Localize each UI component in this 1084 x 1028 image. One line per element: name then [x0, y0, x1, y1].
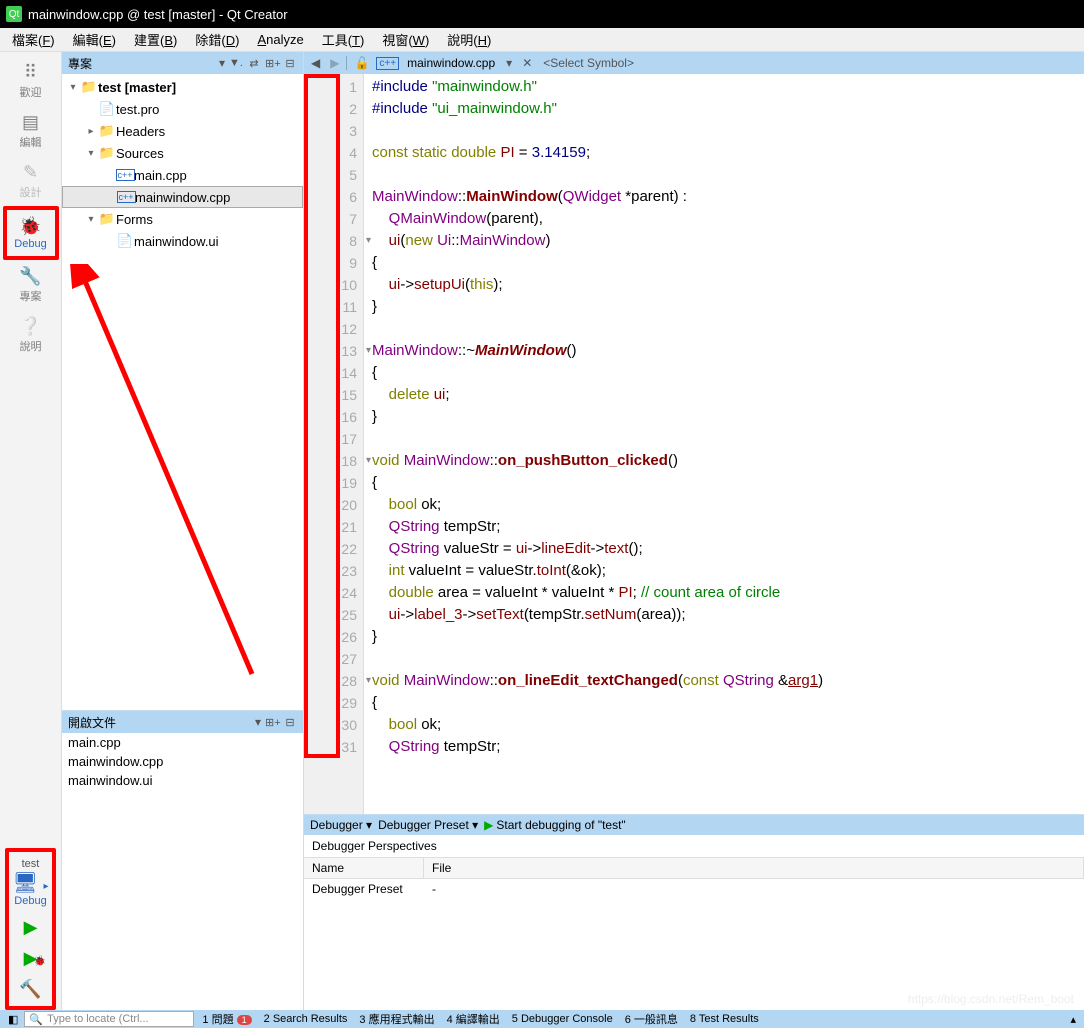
debugger-preset-dropdown[interactable]: Debugger Preset ▾	[378, 818, 478, 832]
locator-input[interactable]: 🔍Type to locate (Ctrl...	[24, 1011, 194, 1027]
tree-row[interactable]: ▸📁Headers	[62, 120, 303, 142]
output-tab[interactable]: 5 Debugger Console	[506, 1013, 619, 1025]
start-debug-button[interactable]: ▶Start debugging of "test"	[484, 818, 626, 832]
search-icon: 🔍	[29, 1013, 43, 1026]
menu-analyze[interactable]: Analyze	[249, 30, 311, 49]
debugger-dropdown[interactable]: Debugger ▾	[310, 818, 372, 832]
mode-bar: ⠿歡迎 ▤編輯 ✎設計 🐞Debug 🔧專案 ❔說明 test 🖥 ▸ Debu…	[0, 52, 62, 1010]
openfile-row[interactable]: main.cpp	[62, 733, 303, 752]
tree-row[interactable]: c++mainwindow.cpp	[62, 186, 303, 208]
add-split-icon[interactable]: ⊞+	[265, 716, 279, 729]
build-button[interactable]: 🔨	[19, 979, 41, 1000]
mode-help[interactable]: ❔說明	[3, 310, 59, 360]
code-editor[interactable]: 12345678▾910111213▾1415161718▾1920212223…	[304, 74, 1084, 814]
monitor-icon: 🖥 ▸	[13, 870, 49, 895]
menu-window[interactable]: 視窗(W)	[374, 28, 437, 51]
col-file[interactable]: File	[424, 858, 1084, 878]
dropdown-icon[interactable]: ▾	[219, 56, 225, 70]
titlebar: Qt mainwindow.cpp @ test [master] - Qt C…	[0, 0, 1084, 28]
mode-edit[interactable]: ▤編輯	[3, 106, 59, 156]
target-selector[interactable]: test 🖥 ▸ Debug	[13, 858, 49, 907]
debugger-panel: Debugger ▾ Debugger Preset ▾ ▶Start debu…	[304, 814, 1084, 1010]
line-gutter[interactable]: 12345678▾910111213▾1415161718▾1920212223…	[304, 74, 364, 814]
project-tree[interactable]: ▾📁test [master]📄test.pro▸📁Headers▾📁Sourc…	[62, 74, 303, 710]
menu-help[interactable]: 說明(H)	[439, 28, 499, 51]
output-tab[interactable]: 1 問題 1	[196, 1011, 257, 1027]
openfiles-header: 開啟文件 ▾ ⊞+ ⊟	[62, 711, 303, 733]
toggle-sidebar-icon[interactable]: ◧	[4, 1013, 22, 1026]
mode-welcome[interactable]: ⠿歡迎	[3, 56, 59, 106]
menubar: 檔案(F) 編輯(E) 建置(B) 除錯(D) Analyze 工具(T) 視窗…	[0, 28, 1084, 52]
symbol-selector[interactable]: <Select Symbol>	[539, 56, 1080, 70]
editor-toolbar: ◀ ▶ 🔓 c++ mainwindow.cpp ▾ ✕ <Select Sym…	[304, 52, 1084, 74]
statusbar: ◧ 🔍Type to locate (Ctrl... 1 問題 12 Searc…	[0, 1010, 1084, 1028]
pencil-icon: ✎	[19, 162, 43, 182]
menu-tools[interactable]: 工具(T)	[314, 28, 373, 51]
debug-run-button[interactable]: ▶🐞	[24, 948, 38, 969]
col-name[interactable]: Name	[304, 858, 424, 878]
close-pane-icon[interactable]: ⊟	[283, 57, 297, 70]
debugger-row[interactable]: Debugger Preset -	[304, 879, 1084, 899]
debugger-perspectives-label: Debugger Perspectives	[304, 835, 1084, 857]
grid-icon: ⠿	[19, 62, 43, 82]
nav-fwd-icon[interactable]: ▶	[327, 56, 342, 70]
tree-row[interactable]: 📄mainwindow.ui	[62, 230, 303, 252]
dropdown-icon[interactable]: ▾	[255, 715, 261, 729]
output-tab[interactable]: 8 Test Results	[684, 1013, 765, 1025]
code-content[interactable]: #include "mainwindow.h"#include "ui_main…	[364, 74, 1084, 814]
output-tab[interactable]: 6 一般訊息	[619, 1011, 684, 1027]
menu-edit[interactable]: 編輯(E)	[65, 28, 124, 51]
tree-row[interactable]: ▾📁Forms	[62, 208, 303, 230]
menu-build[interactable]: 建置(B)	[126, 28, 185, 51]
nav-back-icon[interactable]: ◀	[308, 56, 323, 70]
debugger-table[interactable]: Name File Debugger Preset -	[304, 857, 1084, 899]
run-button[interactable]: ▶	[24, 917, 38, 938]
wrench-icon: 🔧	[19, 266, 43, 286]
doc-icon: ▤	[19, 112, 43, 132]
menu-file[interactable]: 檔案(F)	[4, 28, 63, 51]
openfile-row[interactable]: mainwindow.ui	[62, 771, 303, 790]
project-pane-title: 專案	[68, 55, 215, 72]
tree-row[interactable]: ▾📁Sources	[62, 142, 303, 164]
output-tab[interactable]: 3 應用程式輸出	[353, 1011, 440, 1027]
watermark: https://blog.csdn.net/Rem_boot	[908, 992, 1074, 1006]
tree-row[interactable]: c++main.cpp	[62, 164, 303, 186]
debugger-toolbar: Debugger ▾ Debugger Preset ▾ ▶Start debu…	[304, 815, 1084, 835]
output-tab[interactable]: 2 Search Results	[258, 1013, 354, 1025]
close-file-icon[interactable]: ✕	[519, 56, 535, 70]
add-split-icon[interactable]: ⊞+	[265, 57, 279, 70]
output-tab[interactable]: 4 編譯輸出	[441, 1011, 506, 1027]
editor-filename[interactable]: mainwindow.cpp	[403, 56, 499, 70]
close-pane-icon[interactable]: ⊟	[283, 716, 297, 729]
mode-projects[interactable]: 🔧專案	[3, 260, 59, 310]
mode-design[interactable]: ✎設計	[3, 156, 59, 206]
cpp-file-icon: c++	[376, 57, 399, 70]
mode-debug[interactable]: 🐞Debug	[3, 206, 59, 260]
openfile-row[interactable]: mainwindow.cpp	[62, 752, 303, 771]
openfiles-title: 開啟文件	[68, 714, 251, 731]
tree-row[interactable]: 📄test.pro	[62, 98, 303, 120]
app-icon: Qt	[6, 6, 22, 22]
lock-icon[interactable]: 🔓	[351, 56, 372, 70]
tree-row[interactable]: ▾📁test [master]	[62, 76, 303, 98]
project-pane-header: 專案 ▾ ▼. ⇄ ⊞+ ⊟	[62, 52, 303, 74]
bug-icon: 🐞	[19, 216, 43, 236]
close-output-icon[interactable]: ▴	[1066, 1013, 1080, 1026]
window-title: mainwindow.cpp @ test [master] - Qt Crea…	[28, 7, 288, 22]
question-icon: ❔	[19, 316, 43, 336]
link-icon[interactable]: ⇄	[247, 57, 261, 70]
menu-debug[interactable]: 除錯(D)	[187, 28, 247, 51]
file-dropdown-icon[interactable]: ▾	[503, 56, 515, 70]
openfiles-list[interactable]: main.cppmainwindow.cppmainwindow.ui	[62, 733, 303, 1010]
filter-icon[interactable]: ▼.	[229, 57, 243, 69]
